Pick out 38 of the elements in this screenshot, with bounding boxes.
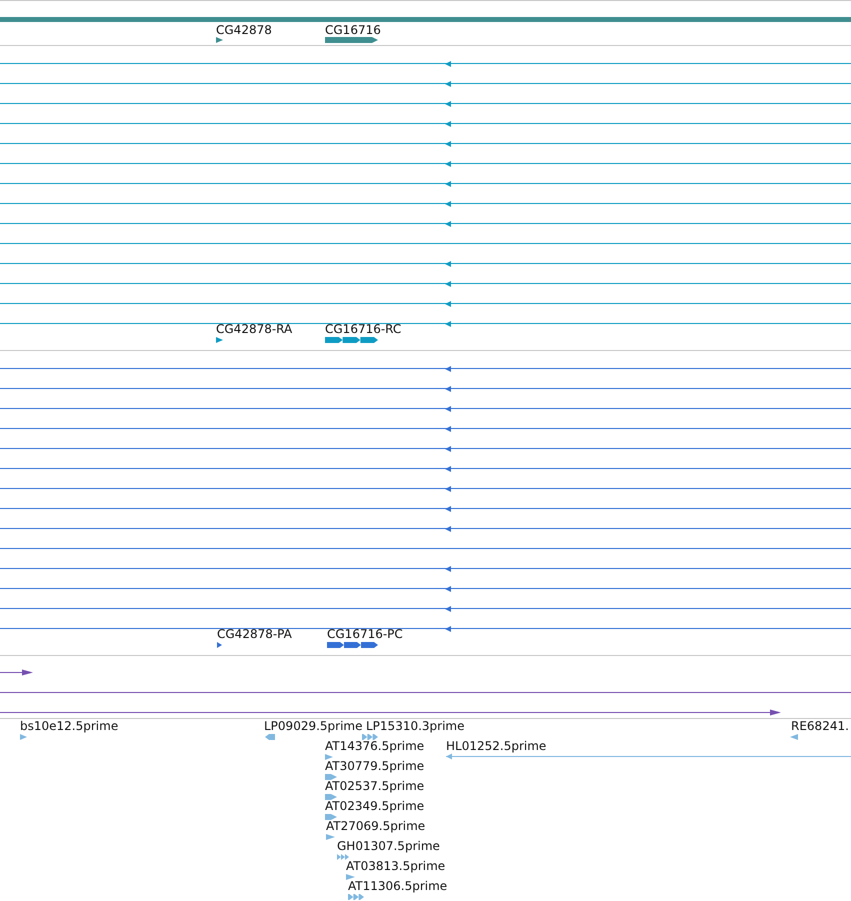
feature-glyph: [337, 854, 349, 860]
feature-glyph: [325, 337, 378, 343]
feature-glyph: [265, 734, 275, 740]
feature-glyph: [216, 337, 223, 343]
feature-label: AT02537.5prime: [325, 779, 424, 793]
feature-label: LP09029.5prime: [264, 719, 363, 733]
feature-label: CG16716: [325, 23, 381, 37]
feature-label: CG42878: [216, 23, 272, 37]
feature-label: HL01252.5prime: [446, 739, 546, 753]
feature-glyph: [348, 894, 364, 900]
feature-label: CG16716-RC: [325, 322, 402, 336]
feature-glyph: [346, 874, 355, 880]
feature-label: AT30779.5prime: [325, 759, 424, 773]
feature-label: AT02349.5prime: [325, 799, 424, 813]
alignment-line: [0, 669, 34, 676]
feature-glyph: [327, 642, 378, 648]
feature-label: CG42878-RA: [216, 322, 292, 336]
feature-glyph: [20, 734, 27, 740]
feature-glyph: [325, 754, 333, 760]
feature-label: GH01307.5prime: [337, 839, 440, 853]
feature-glyph: [217, 642, 222, 648]
feature-label: CG16716-PC: [327, 627, 403, 641]
feature-label: AT14376.5prime: [325, 739, 424, 753]
feature-label: AT27069.5prime: [326, 819, 426, 833]
feature-glyph: [326, 834, 335, 840]
feature-glyph: [325, 37, 378, 43]
feature-glyph: [362, 734, 378, 740]
feature-glyph: [216, 37, 223, 43]
feature-label: CG42878-PA: [217, 627, 292, 641]
feature-glyph: [790, 734, 798, 740]
feature-label: RE68241.: [791, 719, 849, 733]
feature-label: AT03813.5prime: [346, 859, 446, 873]
feature-glyph: [325, 774, 337, 780]
feature-glyph: [325, 814, 337, 820]
feature-glyph: [325, 794, 337, 800]
feature-label: LP15310.3prime: [366, 719, 465, 733]
feature-label: AT11306.5prime: [348, 879, 448, 893]
feature-label: bs10e12.5prime: [20, 719, 118, 733]
